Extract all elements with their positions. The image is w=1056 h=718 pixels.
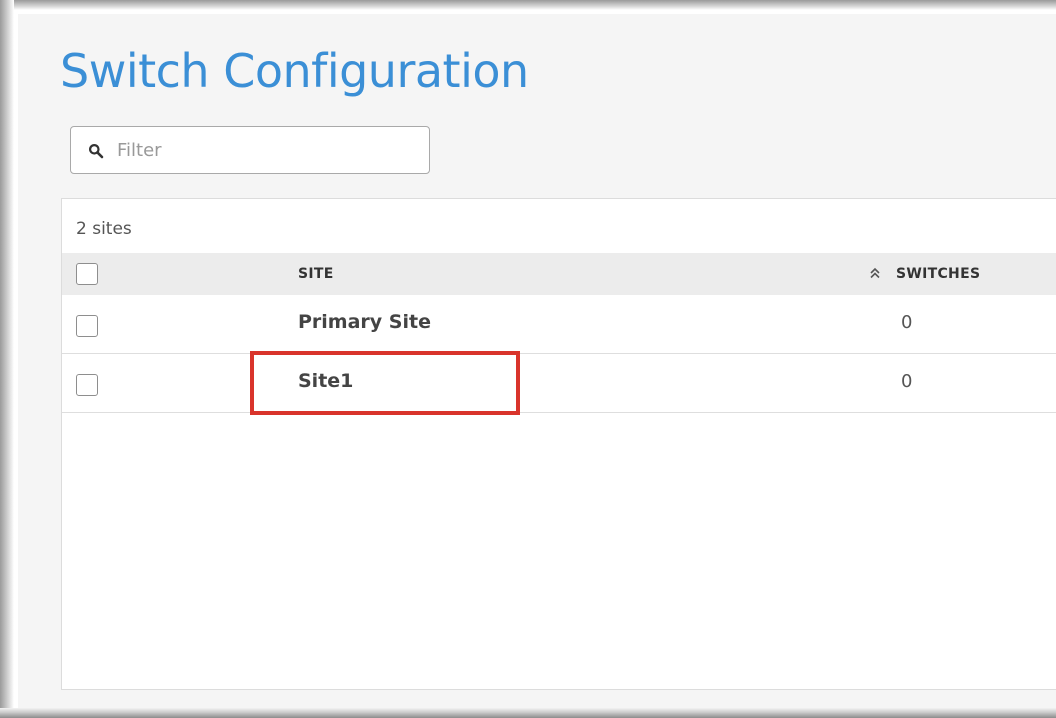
table-row[interactable]: Primary Site 0 — [62, 295, 1056, 354]
row-checkbox[interactable] — [76, 374, 98, 396]
search-icon — [89, 144, 104, 159]
double-chevron-up-icon[interactable] — [868, 266, 882, 280]
screenshot-frame: Switch Configuration 2 sites SITE SWITCH… — [0, 0, 1056, 718]
switch-count-cell: 0 — [901, 371, 913, 392]
filter-input[interactable] — [117, 137, 417, 163]
select-all-checkbox[interactable] — [76, 263, 98, 285]
table-row[interactable]: Site1 0 — [62, 354, 1056, 413]
table-header-row: SITE SWITCHES — [62, 253, 1056, 295]
column-header-switches[interactable]: SWITCHES — [896, 266, 980, 282]
sites-table-panel: 2 sites SITE SWITCHES Primary Site 0 Sit… — [61, 198, 1056, 690]
switch-count-cell: 0 — [901, 312, 913, 333]
switch-configuration-page: Switch Configuration 2 sites SITE SWITCH… — [18, 14, 1056, 708]
frame-shadow — [0, 708, 1056, 718]
column-header-site[interactable]: SITE — [298, 266, 334, 282]
page-title: Switch Configuration — [60, 44, 529, 98]
row-checkbox[interactable] — [76, 315, 98, 337]
filter-field[interactable] — [70, 126, 430, 174]
frame-shadow — [0, 0, 1056, 10]
highlight-annotation-box — [250, 351, 520, 415]
site-name-cell[interactable]: Primary Site — [298, 311, 431, 333]
frame-shadow — [0, 0, 14, 718]
site-count: 2 sites — [76, 219, 132, 239]
